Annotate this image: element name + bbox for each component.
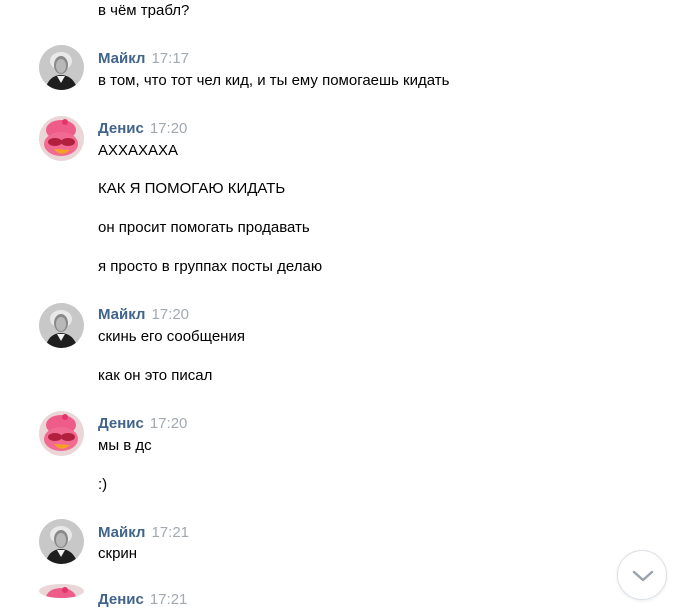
portrait-avatar-icon [39,519,84,564]
message-time[interactable]: 17:21 [150,591,188,608]
message-time[interactable]: 17:20 [151,306,189,323]
message-text: скинь его сообщения [98,328,245,345]
author-name[interactable]: Майкл [98,306,145,323]
pink-bird-avatar-icon [39,411,84,456]
message-text: АХХАХАХА [98,142,179,159]
author-name[interactable]: Денис [98,591,144,608]
avatar-denis[interactable] [39,584,84,598]
message-text: в том, что тот чел кид, и ты ему помогае… [98,72,450,89]
message-time[interactable]: 17:20 [150,120,188,137]
chevron-down-icon [632,570,654,582]
message-time[interactable]: 17:21 [151,524,189,541]
pink-bird-avatar-icon [39,584,84,598]
message-text: скрин [98,545,138,562]
message-text: в чём трабл? [98,2,190,19]
message-text: :) [98,476,108,493]
avatar-michael[interactable] [39,519,84,564]
message-time[interactable]: 17:17 [151,50,189,67]
message-text: мы в дс [98,437,152,454]
author-name[interactable]: Денис [98,120,144,137]
author-name[interactable]: Денис [98,415,144,432]
avatar-michael[interactable] [39,303,84,348]
message-text: КАК Я ПОМОГАЮ КИДАТЬ [98,180,286,197]
author-name[interactable]: Майкл [98,524,145,541]
avatar-michael[interactable] [39,45,84,90]
message-text: он просит помогать продавать [98,219,310,236]
message-text: я просто в группах посты делаю [98,258,323,275]
message-text: как он это писал [98,367,213,384]
portrait-avatar-icon [39,303,84,348]
message-time[interactable]: 17:20 [150,415,188,432]
author-name[interactable]: Майкл [98,50,145,67]
pink-bird-avatar-icon [39,116,84,161]
avatar-denis[interactable] [39,411,84,456]
scroll-down-button[interactable] [617,550,667,600]
portrait-avatar-icon [39,45,84,90]
avatar-denis[interactable] [39,116,84,161]
